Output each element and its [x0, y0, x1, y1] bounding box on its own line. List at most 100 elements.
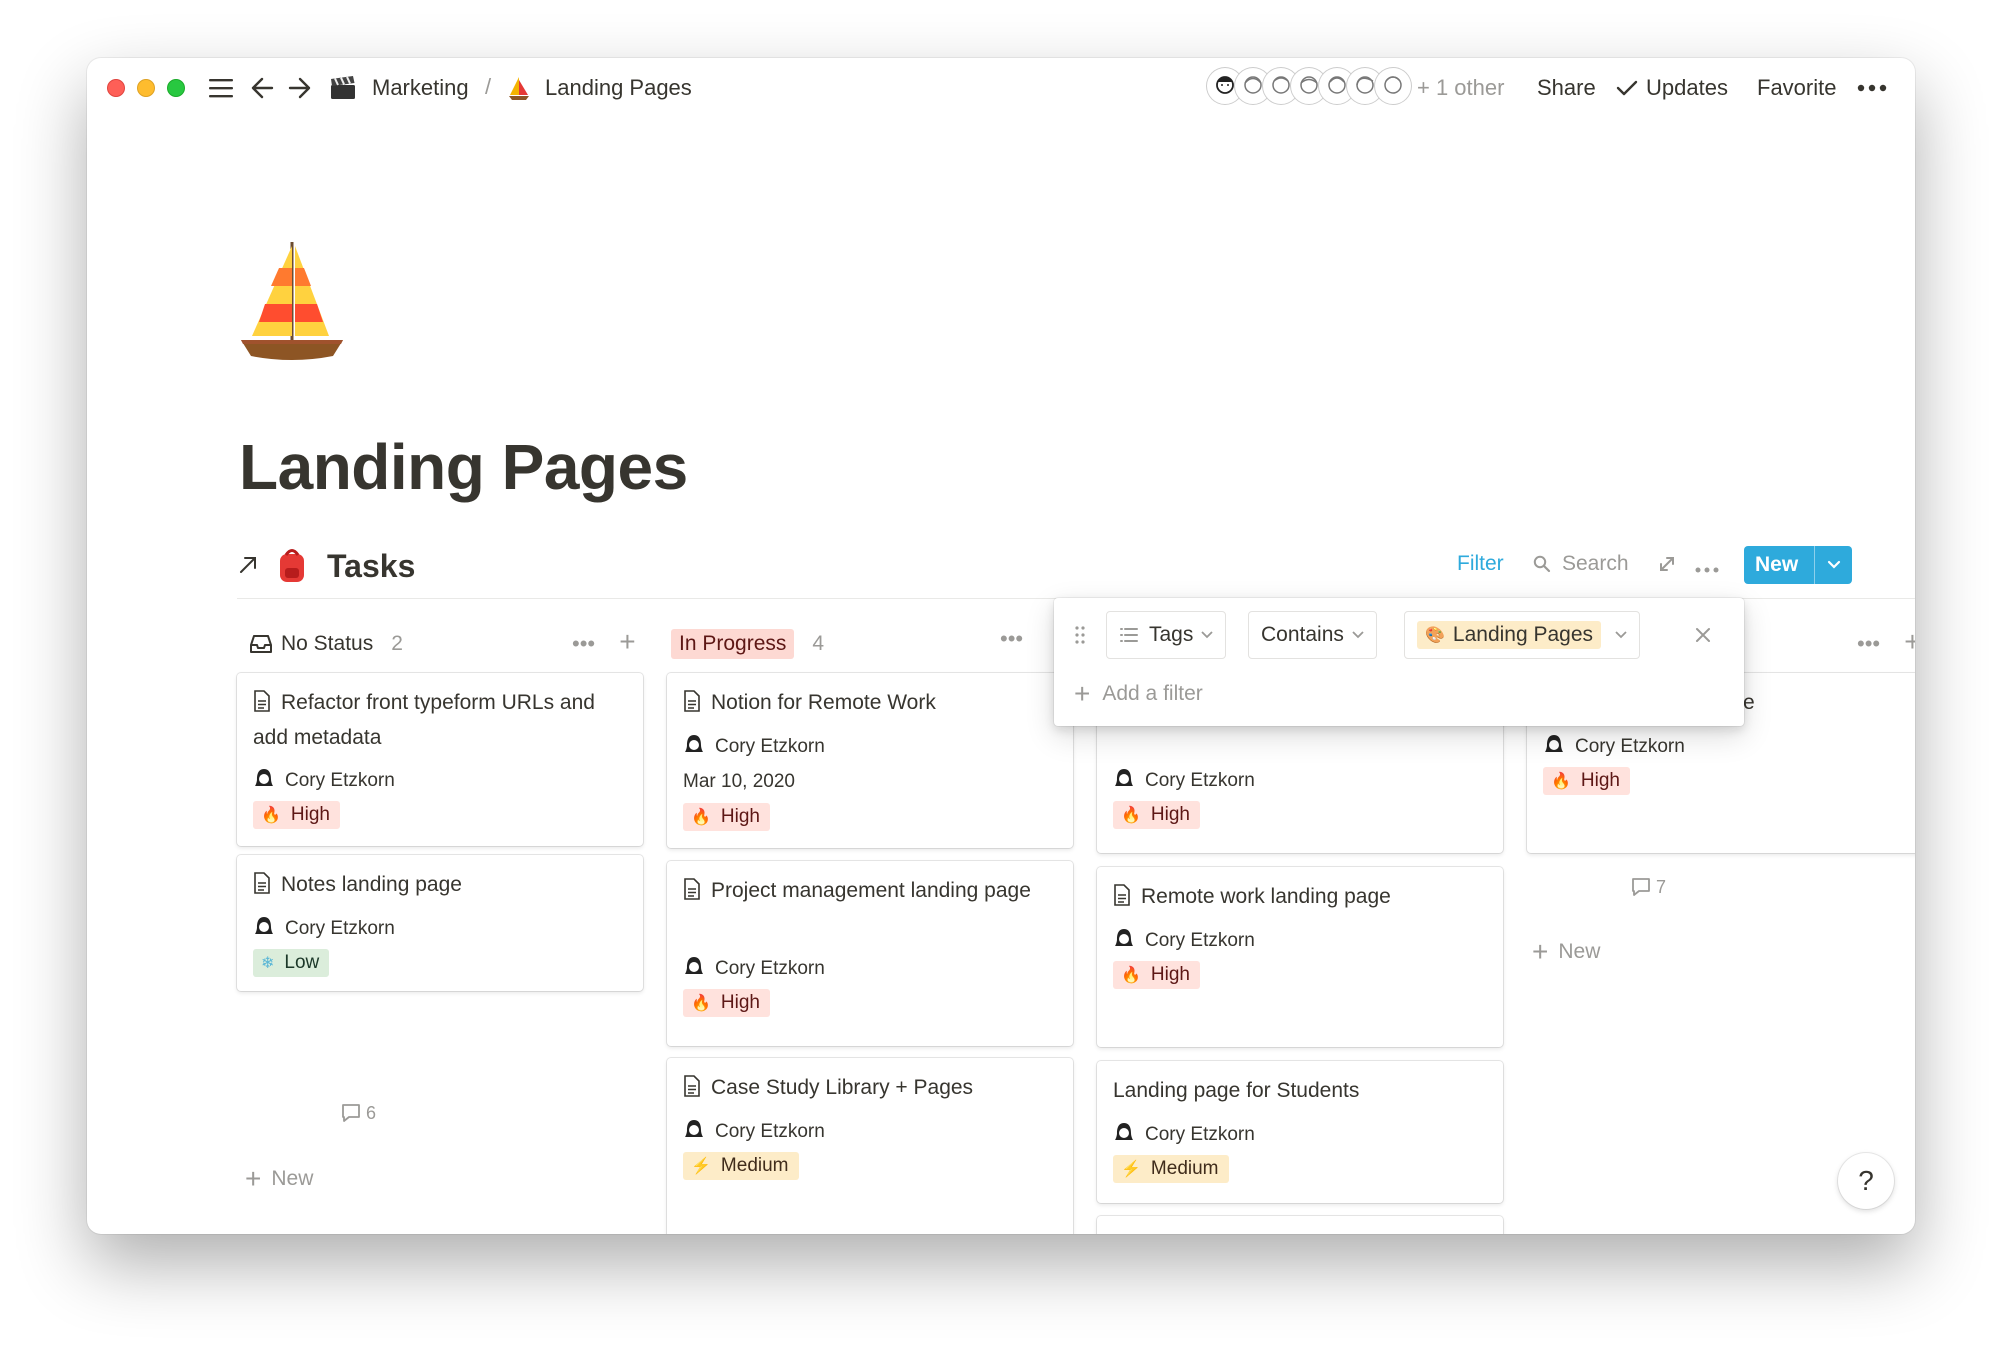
card-person: Cory Etzkorn	[253, 915, 395, 943]
new-button-label: New	[1755, 553, 1799, 576]
person-avatar-icon	[683, 955, 705, 983]
share-button[interactable]: Share	[1537, 74, 1596, 102]
person-avatar-icon	[253, 915, 275, 943]
fire-icon: 🔥	[1121, 807, 1141, 824]
page-sailboat-icon[interactable]	[237, 238, 347, 368]
title-bar: Marketing / Landing Pages + 1 other Shar…	[87, 58, 1915, 118]
plus-icon: +	[245, 1163, 262, 1194]
add-card-button[interactable]: + New	[245, 1163, 313, 1195]
sailboat-icon	[505, 72, 533, 104]
column-more-icon[interactable]: •••	[1857, 631, 1880, 656]
board-card[interactable]: Notion for Remote Work Cory Etzkorn Mar …	[667, 673, 1073, 848]
help-button[interactable]: ?	[1838, 1153, 1894, 1209]
board-card[interactable]: Landing page for Students Cory Etzkorn ⚡…	[1097, 1061, 1503, 1203]
board-card[interactable]	[1097, 1216, 1503, 1234]
landing-pages-tag: 🎨 Landing Pages	[1417, 621, 1602, 649]
filter-operator-select[interactable]: Contains	[1248, 611, 1377, 659]
new-button[interactable]: New	[1744, 546, 1852, 584]
search-icon	[1533, 555, 1551, 578]
add-filter-button[interactable]: + Add a filter	[1074, 678, 1203, 710]
column-title: In Progress	[671, 629, 795, 659]
fire-icon: 🔥	[691, 995, 711, 1012]
priority-tag: 🔥 High	[1113, 961, 1200, 989]
column-count: 4	[812, 632, 825, 655]
priority-tag: 🔥 High	[1543, 767, 1630, 795]
breadcrumb-marketing[interactable]: Marketing	[372, 74, 469, 102]
search-button[interactable]: Search	[1562, 552, 1629, 576]
filter-property-select[interactable]: Tags	[1106, 611, 1227, 659]
drag-handle-icon[interactable]	[1074, 625, 1086, 650]
page-title[interactable]: Landing Pages	[239, 430, 688, 504]
person-avatar-icon	[683, 1118, 705, 1146]
sidebar-menu-icon[interactable]	[205, 72, 237, 104]
document-icon	[1113, 884, 1131, 916]
back-arrow-icon[interactable]	[247, 72, 277, 104]
close-window-button[interactable]	[107, 79, 125, 97]
person-avatar-icon	[1113, 1121, 1135, 1149]
column-header-in-progress[interactable]: In Progress 4	[671, 624, 824, 664]
lightning-icon: ⚡	[691, 1158, 711, 1175]
document-icon	[683, 1075, 701, 1107]
filter-button[interactable]: Filter	[1457, 552, 1504, 576]
board-card[interactable]: Refactor front typeform URLs and add met…	[237, 673, 643, 846]
linked-database-arrow-icon[interactable]	[237, 554, 259, 581]
card-title: Remote work landing page	[1113, 881, 1493, 916]
snowflake-icon: ❄	[261, 955, 275, 972]
column-add-icon[interactable]: +	[1904, 626, 1915, 657]
card-title: Refactor front typeform URLs and add met…	[253, 690, 595, 749]
lightning-icon: ⚡	[1121, 1161, 1141, 1178]
column-tools-fourth: ••• +	[1857, 626, 1915, 658]
card-person: Cory Etzkorn	[683, 955, 825, 983]
priority-tag: ❄ Low	[253, 949, 330, 977]
board-card[interactable]: Case Study Library + Pages Cory Etzkorn …	[667, 1058, 1073, 1234]
other-collaborators-count[interactable]: + 1 other	[1417, 74, 1504, 102]
document-icon	[683, 878, 701, 910]
document-icon	[253, 872, 271, 904]
fire-icon: 🔥	[1551, 773, 1571, 790]
collaborator-avatars[interactable]	[1207, 68, 1411, 108]
card-person: Cory Etzkorn	[1543, 733, 1685, 761]
database-more-icon[interactable]	[1695, 560, 1719, 578]
card-title: Landing page for Students	[1113, 1079, 1360, 1102]
more-options-icon[interactable]	[1855, 72, 1889, 104]
zoom-window-button[interactable]	[167, 79, 185, 97]
card-title: Project management landing page	[683, 875, 1063, 910]
column-more-icon[interactable]: •••	[572, 631, 595, 656]
board-card[interactable]: Remote work landing page Cory Etzkorn 🔥 H…	[1097, 867, 1503, 1047]
board-card[interactable]: Notes landing page Cory Etzkorn ❄ Low	[237, 855, 643, 991]
avatar[interactable]	[1375, 68, 1411, 104]
remove-filter-close-icon[interactable]	[1694, 626, 1712, 649]
person-avatar-icon	[253, 767, 275, 795]
updates-button[interactable]: Updates	[1646, 74, 1728, 102]
column-tools-in-progress: •••	[1000, 626, 1023, 652]
new-dropdown-chevron-icon[interactable]	[1814, 546, 1852, 584]
favorite-button[interactable]: Favorite	[1757, 74, 1836, 102]
app-window: Marketing / Landing Pages + 1 other Shar…	[87, 58, 1915, 1234]
forward-arrow-icon[interactable]	[285, 72, 315, 104]
column-more-icon[interactable]: •••	[1000, 626, 1023, 651]
person-avatar-icon	[683, 733, 705, 761]
column-tools-no-status: ••• +	[572, 626, 636, 658]
priority-tag: 🔥 High	[683, 989, 770, 1017]
expand-icon[interactable]	[1657, 554, 1677, 579]
priority-tag: ⚡ Medium	[1113, 1155, 1229, 1183]
column-header-no-status[interactable]: No Status 2	[249, 624, 403, 664]
card-date: Mar 10, 2020	[683, 771, 795, 792]
filter-value-select[interactable]: 🎨 Landing Pages	[1404, 611, 1641, 659]
priority-tag: 🔥 High	[253, 801, 340, 829]
chevron-down-icon	[1201, 631, 1213, 639]
add-card-button[interactable]: + New	[1532, 936, 1600, 968]
card-person: Cory Etzkorn	[1113, 767, 1255, 795]
backpack-icon	[275, 546, 309, 589]
filter-popover: Tags Contains 🎨 Landing Pages + Add a filt…	[1054, 598, 1744, 726]
breadcrumb-landing-pages[interactable]: Landing Pages	[545, 74, 692, 102]
comment-icon	[1632, 878, 1650, 896]
database-title[interactable]: Tasks	[327, 548, 415, 585]
minimize-window-button[interactable]	[137, 79, 155, 97]
fire-icon: 🔥	[1121, 967, 1141, 984]
comment-icon	[342, 1104, 360, 1122]
column-add-icon[interactable]: +	[619, 626, 635, 657]
board-card[interactable]: Project management landing page Cory Etz…	[667, 861, 1073, 1046]
plus-icon: +	[1074, 678, 1091, 709]
breadcrumb-separator: /	[485, 74, 492, 99]
